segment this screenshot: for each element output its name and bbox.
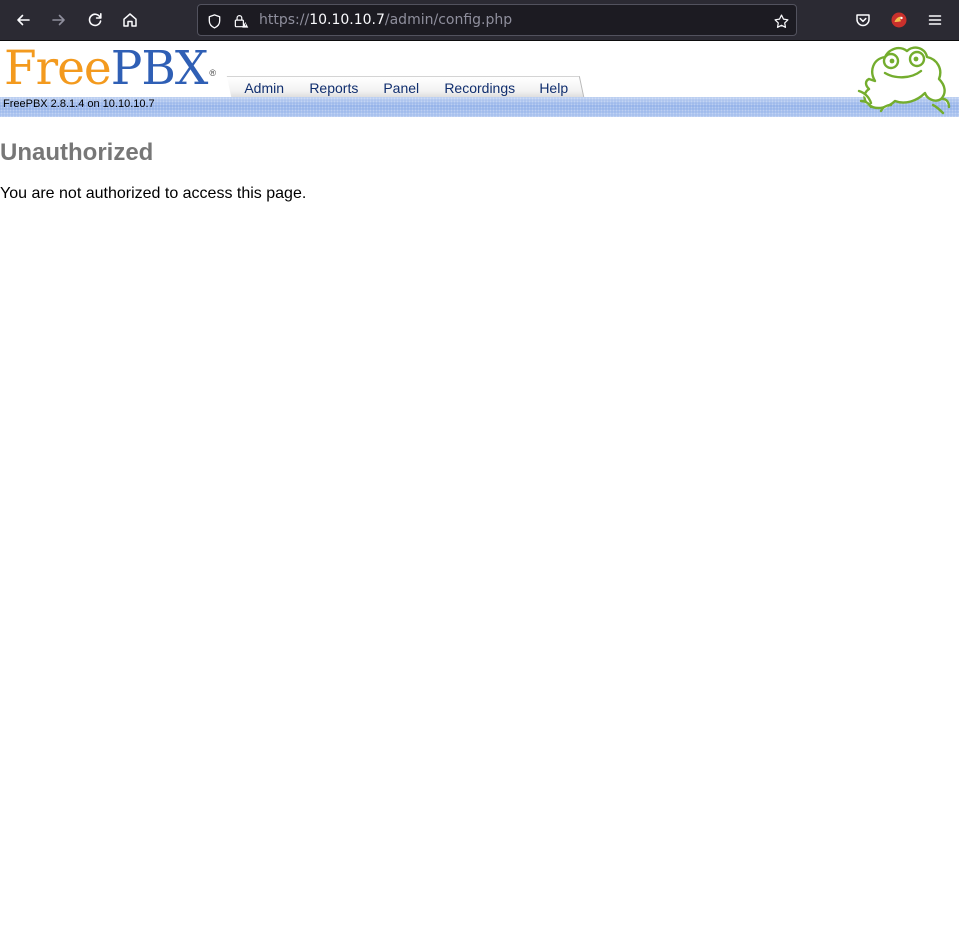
url-host: 10.10.10.7 xyxy=(309,12,385,28)
tab-label: Panel xyxy=(383,80,419,96)
url-text[interactable]: https://10.10.10.7/admin/config.php xyxy=(259,5,512,35)
bookmark-star-icon[interactable] xyxy=(771,11,791,31)
error-message: You are not authorized to access this pa… xyxy=(0,185,307,202)
extension-button[interactable] xyxy=(884,5,914,35)
version-text: FreePBX 2.8.1.4 on 10.10.10.7 xyxy=(3,98,155,110)
home-button[interactable] xyxy=(115,5,145,35)
registered-mark: ® xyxy=(209,68,216,78)
tracking-shield-icon[interactable] xyxy=(204,11,224,31)
pocket-icon xyxy=(856,14,870,27)
tab-label: Recordings xyxy=(443,80,515,96)
arrow-right-icon xyxy=(52,14,65,26)
url-scheme: https:// xyxy=(259,12,310,28)
main-content: Unauthorized You are not authorized to a… xyxy=(0,140,959,204)
address-bar[interactable]: https://10.10.10.7/admin/config.php xyxy=(197,4,797,36)
tab-recordings[interactable]: Recordings xyxy=(426,76,531,97)
tab-label: Help xyxy=(539,80,569,96)
insecure-lock-icon[interactable] xyxy=(231,11,251,31)
tab-panel[interactable]: Panel xyxy=(365,76,435,97)
freepbx-header: FreePBX ® Admin Reports Panel Recordings … xyxy=(0,41,959,117)
tab-admin[interactable]: Admin xyxy=(226,76,300,97)
home-icon xyxy=(123,13,137,27)
arrow-left-icon xyxy=(17,14,30,26)
forward-button[interactable] xyxy=(44,5,74,35)
tab-reports[interactable]: Reports xyxy=(291,76,374,97)
browser-toolbar: https://10.10.10.7/admin/config.php xyxy=(0,0,959,41)
reload-icon xyxy=(88,13,102,27)
tab-label: Admin xyxy=(244,80,285,96)
frog-logo-icon xyxy=(857,46,951,115)
extension-avatar-icon xyxy=(891,12,907,28)
main-nav: Admin Reports Panel Recordings Help xyxy=(226,75,585,97)
page-title: Unauthorized xyxy=(0,139,154,166)
tab-label: Reports xyxy=(309,80,359,96)
tab-help[interactable]: Help xyxy=(522,76,585,97)
menu-button[interactable] xyxy=(920,5,950,35)
url-path: /admin/config.php xyxy=(384,12,513,28)
freepbx-logo[interactable]: FreePBX ® xyxy=(4,41,216,96)
back-button[interactable] xyxy=(8,5,38,35)
pocket-button[interactable] xyxy=(848,5,878,35)
logo-pbx-text: PBX xyxy=(110,41,209,96)
reload-button[interactable] xyxy=(80,5,110,35)
logo-free-text: Free xyxy=(4,41,112,96)
hamburger-menu-icon xyxy=(928,15,942,25)
